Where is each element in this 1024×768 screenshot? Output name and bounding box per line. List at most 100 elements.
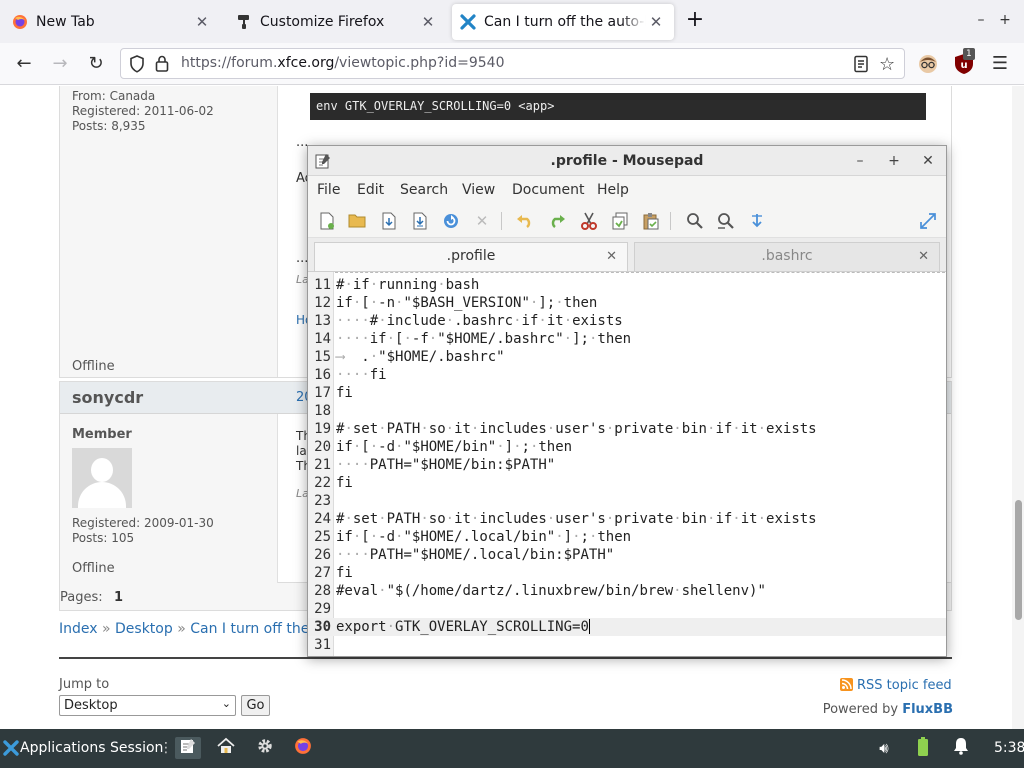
code-line[interactable]: 21 ····PATH="$HOME/bin:$PATH" (308, 456, 946, 474)
code-line[interactable]: 22 fi (308, 474, 946, 492)
search-icon[interactable] (686, 212, 704, 230)
menu-view[interactable]: View (462, 182, 495, 198)
paste-icon[interactable] (642, 212, 660, 230)
reader-view-icon[interactable] (853, 55, 869, 77)
code-line[interactable]: 15 ⟶ .·"$HOME/.bashrc" (308, 348, 946, 366)
ublock-origin-icon[interactable]: u 1 (953, 48, 975, 75)
code-line[interactable]: 16 ····fi (308, 366, 946, 384)
code-line[interactable]: 20 if·[·-d·"$HOME/bin"·]·;·then (308, 438, 946, 456)
new-tab-button[interactable]: + (682, 8, 708, 34)
close-icon[interactable]: ✕ (192, 13, 212, 31)
close-icon[interactable]: ✕ (646, 13, 666, 31)
open-folder-icon[interactable] (348, 212, 366, 230)
close-icon[interactable]: ✕ (606, 243, 617, 270)
menu-file[interactable]: File (317, 182, 340, 198)
go-to-line-icon[interactable] (748, 212, 766, 230)
page-scrollbar-track[interactable] (1012, 86, 1024, 729)
save-icon[interactable] (380, 212, 398, 230)
breadcrumb-topic[interactable]: Can I turn off the a (190, 621, 322, 637)
page-scrollbar-thumb[interactable] (1015, 500, 1022, 620)
lock-icon[interactable] (155, 55, 169, 76)
cut-icon[interactable] (580, 212, 598, 230)
url-text[interactable]: https://forum.xfce.org/viewtopic.php?id=… (181, 55, 505, 71)
code-line[interactable]: 18 (308, 402, 946, 420)
breadcrumb-index[interactable]: Index (59, 621, 98, 637)
save-as-icon[interactable] (411, 212, 429, 230)
jump-to-select[interactable]: Desktop ⌄ (59, 695, 236, 716)
hamburger-menu-icon[interactable]: ☰ (988, 52, 1012, 76)
text-editor[interactable]: 11 #·if·running·bash 12 if·[·-n·"$BASH_VERS… (308, 272, 946, 656)
code-line[interactable]: 12 if·[·-n·"$BASH_VERSION"·];·then (308, 294, 946, 312)
tab-profile[interactable]: .profile ✕ (314, 242, 628, 271)
xfce-logo-icon[interactable] (3, 740, 19, 756)
fullscreen-icon[interactable] (919, 212, 937, 230)
code-line[interactable]: 14 ····if·[·-f·"$HOME/.bashrc"·];·then (308, 330, 946, 348)
mousepad-titlebar[interactable]: .profile - Mousepad – + ✕ (308, 146, 946, 176)
line-text: fi (336, 475, 353, 491)
code-line[interactable]: 19 #·set·PATH·so·it·includes·user's·priva… (308, 420, 946, 438)
notification-bell-icon[interactable] (950, 737, 972, 759)
code-line[interactable]: 27 fi (308, 564, 946, 582)
forward-arrow-icon[interactable]: → (48, 52, 72, 76)
bookmark-star-icon[interactable]: ☆ (879, 54, 895, 75)
menu-help[interactable]: Help (597, 182, 629, 198)
code-line[interactable]: 23 (308, 492, 946, 510)
close-icon[interactable]: ✕ (918, 243, 929, 270)
session-menu-button[interactable]: Session (110, 740, 163, 756)
find-replace-icon[interactable] (717, 212, 735, 230)
menu-document[interactable]: Document (512, 182, 585, 198)
tab-bashrc[interactable]: .bashrc ✕ (634, 242, 940, 271)
code-line[interactable]: 31 (308, 636, 946, 654)
code-line[interactable]: 24 #·set·PATH·so·it·includes·user's·priva… (308, 510, 946, 528)
shield-icon[interactable] (129, 55, 145, 77)
volume-icon[interactable]: 🔊︎ (873, 737, 895, 759)
code-line[interactable]: 29 (308, 600, 946, 618)
line-text: #eval·"$(/home/dartz/.linuxbrew/bin/brew… (336, 583, 766, 599)
code-line[interactable]: 13 ····#·include·.bashrc·if·it·exists (308, 312, 946, 330)
code-line[interactable]: 17 fi (308, 384, 946, 402)
firefox-icon (12, 14, 28, 30)
code-line[interactable]: 30 export·GTK_OVERLAY_SCROLLING=0 (308, 618, 946, 636)
maximize-icon[interactable]: + (884, 151, 904, 171)
applications-menu-button[interactable]: Applications (20, 740, 106, 756)
copy-icon[interactable] (611, 212, 629, 230)
code-line[interactable]: 28 #eval·"$(/home/dartz/.linuxbrew/bin/br… (308, 582, 946, 600)
line-number: 17 (314, 385, 331, 401)
rss-feed-link[interactable]: RSS topic feed (840, 678, 952, 693)
avatar-extension-icon[interactable] (917, 53, 939, 75)
go-button[interactable]: Go (241, 695, 270, 716)
tab-customize-firefox[interactable]: Customize Firefox ✕ (228, 4, 446, 40)
url-prefix: https://forum. (181, 55, 278, 71)
reload-icon[interactable] (442, 212, 460, 230)
battery-icon[interactable] (912, 737, 934, 759)
mousepad-task-icon[interactable] (175, 737, 201, 759)
code-line[interactable]: 25 if·[·-d·"$HOME/.local/bin"·]·;·then (308, 528, 946, 546)
fluxbb-link[interactable]: FluxBB (902, 702, 953, 717)
code-line[interactable]: 26 ····PATH="$HOME/.local/bin:$PATH" (308, 546, 946, 564)
new-document-icon[interactable] (318, 212, 336, 230)
tab-active-forum-topic[interactable]: Can I turn off the auto-hi ✕ (452, 4, 674, 40)
tab-new-tab[interactable]: New Tab ✕ (4, 4, 220, 40)
minimize-icon[interactable]: – (971, 10, 991, 30)
menu-edit[interactable]: Edit (357, 182, 384, 198)
close-icon[interactable]: ✕ (918, 151, 938, 171)
url-bar[interactable]: https://forum.xfce.org/viewtopic.php?id=… (120, 48, 905, 79)
menu-search[interactable]: Search (400, 182, 448, 198)
code-line[interactable]: 11 #·if·running·bash (308, 276, 946, 294)
author-status: Offline (72, 359, 115, 374)
maximize-icon[interactable]: + (995, 10, 1015, 30)
firefox-icon[interactable] (292, 737, 314, 759)
breadcrumb-desktop[interactable]: Desktop (115, 621, 173, 637)
post-username[interactable]: sonycdr (72, 388, 143, 407)
back-arrow-icon[interactable]: ← (12, 52, 36, 76)
close-icon[interactable]: ✕ (418, 13, 438, 31)
reload-icon[interactable]: ↻ (84, 52, 108, 76)
line-number: 12 (314, 295, 331, 311)
minimize-icon[interactable]: – (850, 151, 870, 171)
close-document-icon[interactable]: ✕ (473, 212, 491, 230)
redo-icon[interactable] (548, 212, 566, 230)
undo-icon[interactable] (516, 212, 534, 230)
line-text: ⟶ .·"$HOME/.bashrc" (336, 349, 505, 365)
settings-gear-icon[interactable] (254, 737, 276, 759)
home-folder-icon[interactable] (215, 737, 237, 759)
